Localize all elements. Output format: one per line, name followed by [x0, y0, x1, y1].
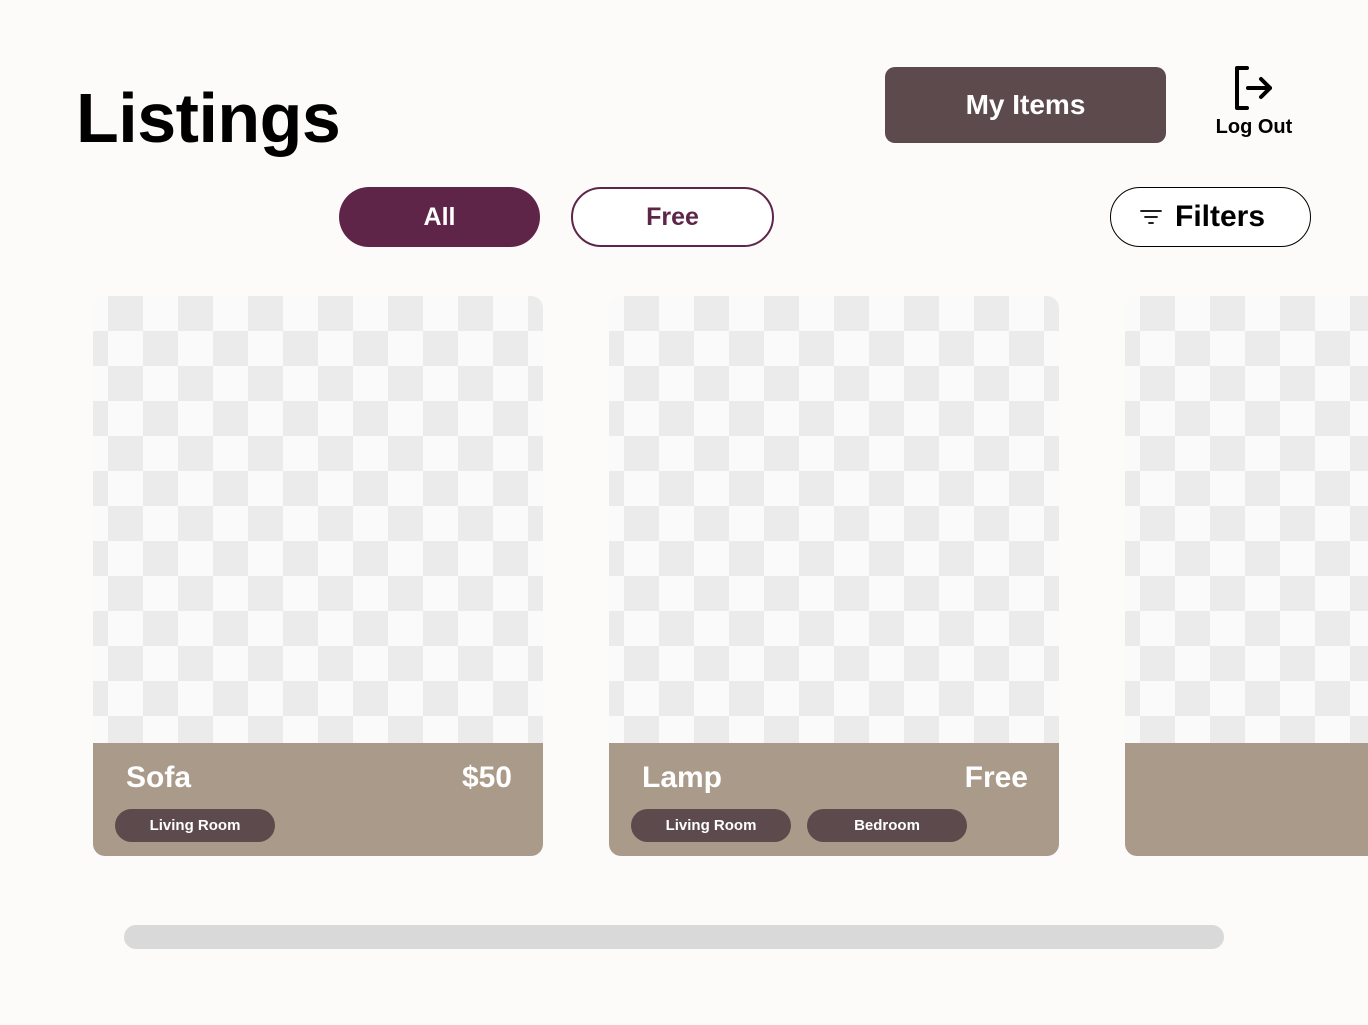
category-tag: Living Room — [115, 809, 275, 842]
listing-image-placeholder — [1125, 296, 1368, 743]
listing-card[interactable] — [1125, 296, 1368, 856]
horizontal-scrollbar[interactable] — [124, 925, 1224, 949]
listing-name: Sofa — [126, 761, 192, 794]
listing-image-placeholder — [609, 296, 1059, 743]
logout-button[interactable]: Log Out — [1208, 62, 1300, 146]
my-items-button[interactable]: My Items — [885, 67, 1166, 143]
filter-tab-free[interactable]: Free — [571, 187, 774, 247]
logout-icon — [1235, 66, 1272, 110]
listing-price: $50 — [461, 761, 512, 794]
page-title: Listings — [76, 79, 341, 157]
filters-label: Filters — [1175, 200, 1266, 233]
filter-tab-all[interactable]: All — [339, 187, 540, 247]
listing-card[interactable]: Lamp Free Living Room Bedroom — [609, 296, 1059, 856]
filters-button[interactable]: Filters — [1110, 187, 1311, 247]
category-tag: Living Room — [631, 809, 791, 842]
listing-image-placeholder — [93, 296, 543, 743]
listing-card-footer: Sofa $50 Living Room — [93, 743, 543, 856]
logout-label: Log Out — [1215, 116, 1293, 138]
listing-name: Lamp — [642, 761, 723, 794]
listing-price: Free — [964, 761, 1028, 794]
category-tag: Bedroom — [807, 809, 967, 842]
listing-card-footer: Lamp Free Living Room Bedroom — [609, 743, 1059, 856]
listing-card[interactable]: Sofa $50 Living Room — [93, 296, 543, 856]
filter-lines-icon — [1140, 210, 1162, 224]
listings-page: Listings My Items Log Out All Free Filte… — [0, 0, 1368, 1025]
listing-card-footer — [1125, 743, 1368, 856]
